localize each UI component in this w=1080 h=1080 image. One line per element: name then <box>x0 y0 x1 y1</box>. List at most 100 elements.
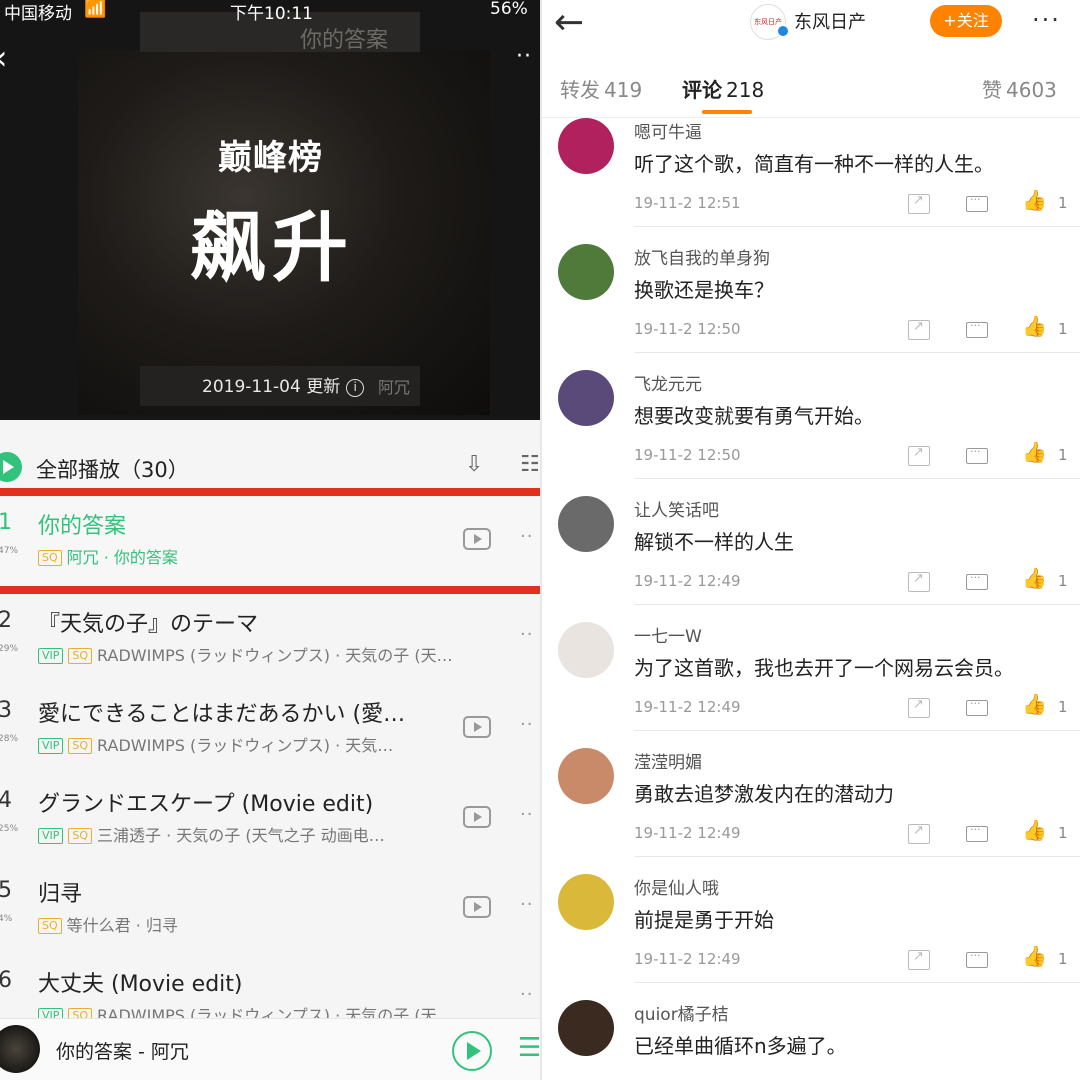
mini-player-cover[interactable] <box>0 1025 40 1073</box>
like-icon[interactable]: 👍 <box>1022 818 1047 842</box>
like-icon[interactable]: 👍 <box>1022 944 1047 968</box>
commenter-avatar[interactable] <box>558 1000 614 1056</box>
song-title[interactable]: 归寻 <box>38 876 82 908</box>
now-playing-label[interactable]: 你的答案 - 阿冗 <box>56 1037 189 1064</box>
commenter-name[interactable]: 让人笑话吧 <box>634 496 719 521</box>
song-more-icon[interactable]: ·· <box>520 984 533 1005</box>
comment-divider <box>634 604 1080 605</box>
reply-icon[interactable] <box>966 193 988 212</box>
reply-icon[interactable] <box>966 949 988 968</box>
back-arrow-icon[interactable]: ← <box>554 2 584 43</box>
more-icon[interactable]: ··· <box>1032 6 1061 34</box>
song-artist-album: RADWIMPS (ラッドウィンプス) · 天気の子 (天… <box>97 646 453 665</box>
reply-icon[interactable] <box>966 823 988 842</box>
song-more-icon[interactable]: ·· <box>520 526 533 547</box>
song-more-icon[interactable]: ·· <box>520 714 533 735</box>
like-icon[interactable]: 👍 <box>1022 692 1047 716</box>
tab-repost-label: 转发 <box>560 78 600 102</box>
tab-repost-count: 419 <box>604 78 643 102</box>
commenter-name[interactable]: 嗯可牛逼 <box>634 118 702 143</box>
share-icon[interactable] <box>908 571 930 592</box>
commenter-avatar[interactable] <box>558 118 614 174</box>
commenter-name[interactable]: 你是仙人哦 <box>634 874 719 899</box>
wifi-icon: 📶 <box>84 0 107 19</box>
cover-art-text: 你的答案 <box>300 28 389 53</box>
share-icon[interactable] <box>908 319 930 340</box>
mv-icon[interactable] <box>463 896 491 918</box>
commenter-avatar[interactable] <box>558 496 614 552</box>
song-title[interactable]: グランドエスケープ (Movie edit) <box>38 786 373 818</box>
comment-divider <box>634 730 1080 731</box>
download-icon[interactable]: ⇩ <box>465 452 483 477</box>
mini-player[interactable]: 你的答案 - 阿冗 ☰ <box>0 1018 540 1080</box>
commenter-name[interactable]: 飞龙元元 <box>634 370 702 395</box>
info-icon[interactable]: i <box>346 379 365 397</box>
song-row[interactable]: 2 29% 『天気の子』のテーマ VIP SQ RADWIMPS (ラッドウィンプス) ·… <box>0 596 540 684</box>
commenter-avatar[interactable] <box>558 244 614 300</box>
like-icon[interactable]: 👍 <box>1022 314 1047 338</box>
commenter-avatar[interactable] <box>558 370 614 426</box>
more-icon[interactable]: ·· <box>516 44 532 69</box>
like-icon[interactable]: 👍 <box>1022 188 1047 212</box>
share-icon[interactable] <box>908 445 930 466</box>
reply-icon[interactable] <box>966 445 988 464</box>
mv-icon[interactable] <box>463 528 491 550</box>
tab-like[interactable]: 赞 4603 <box>982 74 1057 103</box>
commenter-name[interactable]: 一七一W <box>634 622 702 647</box>
tab-repost[interactable]: 转发 419 <box>560 74 642 103</box>
commenter-avatar[interactable] <box>558 874 614 930</box>
song-rise-percent: 47% <box>0 546 19 556</box>
comment-divider <box>634 352 1080 353</box>
reply-icon[interactable] <box>966 697 988 716</box>
song-title[interactable]: 你的答案 <box>38 508 126 540</box>
song-artist-album: 阿冗 · 你的答案 <box>66 548 178 567</box>
multi-select-icon[interactable]: ☷ <box>520 452 540 477</box>
share-icon[interactable] <box>908 823 930 844</box>
commenter-name[interactable]: 滢滢明媚 <box>634 748 702 773</box>
playlist-icon[interactable]: ☰ <box>518 1033 540 1063</box>
song-more-icon[interactable]: ·· <box>520 894 533 915</box>
comment-item: 让人笑话吧解锁不一样的人生 19-11-2 12:49 👍 1 <box>542 496 1080 622</box>
share-icon[interactable] <box>908 697 930 718</box>
share-icon[interactable] <box>908 949 930 970</box>
song-title[interactable]: 愛にできることはまだあるかい (愛… <box>38 696 405 728</box>
commenter-name[interactable]: 放飞自我的单身狗 <box>634 244 770 269</box>
play-all-icon[interactable] <box>0 452 22 482</box>
reply-icon[interactable] <box>966 571 988 590</box>
like-icon[interactable]: 👍 <box>1022 440 1047 464</box>
song-row[interactable]: 1 47% 你的答案 SQ 阿冗 · 你的答案 ·· <box>0 498 540 586</box>
follow-button[interactable]: +关注 <box>930 5 1002 37</box>
commenter-name[interactable]: quior橘子桔 <box>634 1000 729 1025</box>
share-icon[interactable] <box>908 193 930 214</box>
commenter-avatar[interactable] <box>558 622 614 678</box>
account-name[interactable]: 东风日产 <box>794 8 866 34</box>
song-rise-percent: 25% <box>0 824 19 834</box>
reply-icon[interactable] <box>966 319 988 338</box>
back-icon[interactable]: ‹ <box>0 38 8 78</box>
update-date[interactable]: 2019-11-04 更新 i <box>202 372 365 397</box>
song-title[interactable]: 大丈夫 (Movie edit) <box>38 966 243 998</box>
comment-divider <box>634 226 1080 227</box>
song-row[interactable]: 5 4% 归寻 SQ 等什么君 · 归寻 ·· <box>0 866 540 954</box>
mv-icon[interactable] <box>463 806 491 828</box>
comment-text: 解锁不一样的人生 <box>634 530 794 554</box>
tab-comment[interactable]: 评论 218 <box>682 74 764 103</box>
like-icon[interactable]: 👍 <box>1022 566 1047 590</box>
song-row[interactable]: 3 28% 愛にできることはまだあるかい (愛… VIP SQ RADWIMPS (ラッド… <box>0 686 540 774</box>
sq-badge: SQ <box>38 550 62 566</box>
song-title[interactable]: 『天気の子』のテーマ <box>38 606 258 638</box>
like-count: 1 <box>1058 194 1068 212</box>
play-all-button[interactable]: 全部播放（30） <box>36 454 189 484</box>
play-icon[interactable] <box>452 1031 492 1071</box>
song-artist-album: 三浦透子 · 天気の子 (天气之子 动画电… <box>97 826 385 845</box>
commenter-avatar[interactable] <box>558 748 614 804</box>
song-more-icon[interactable]: ·· <box>520 624 533 645</box>
mv-icon[interactable] <box>463 716 491 738</box>
comment-text: 听了这个歌，简直有一种不一样的人生。 <box>634 152 994 176</box>
comment-item: 你是仙人哦前提是勇于开始 19-11-2 12:49 👍 1 <box>542 874 1080 1000</box>
song-row[interactable]: 4 25% グランドエスケープ (Movie edit) VIP SQ 三浦透子 · 天気… <box>0 776 540 864</box>
comment-text: 想要改变就要有勇气开始。 <box>634 404 874 428</box>
song-more-icon[interactable]: ·· <box>520 804 533 825</box>
comment-item: quior橘子桔 已经单曲循环n多遍了。 <box>542 1000 1080 1080</box>
sq-badge: SQ <box>68 828 93 844</box>
